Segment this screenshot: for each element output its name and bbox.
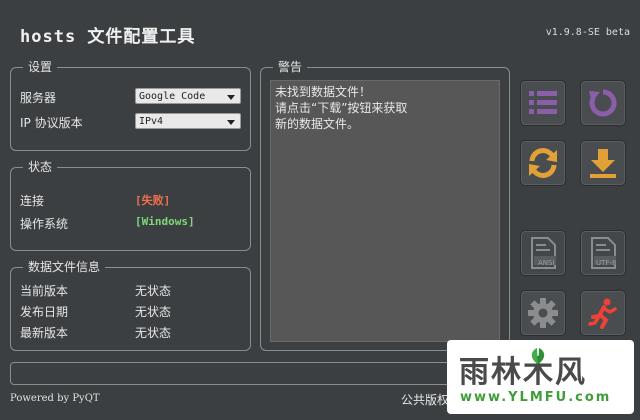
app-title: hosts 文件配置工具 <box>20 27 196 47</box>
function-list-button[interactable] <box>520 80 566 126</box>
datafile-group-title: 数据文件信息 <box>23 260 106 274</box>
reset-button[interactable] <box>580 80 626 126</box>
gear-icon <box>528 298 558 328</box>
version-label: v1.9.8-SE beta <box>545 27 630 38</box>
ip-version-label: IP 协议版本 <box>20 116 83 130</box>
running-man-icon <box>588 298 617 329</box>
utf8-label: UTF-8 <box>596 259 617 267</box>
os-status: [Windows] <box>135 215 195 228</box>
list-icon <box>529 91 557 114</box>
current-version-value: 无状态 <box>135 284 172 298</box>
warning-line: 请点击“下载”按钮来获取 <box>275 101 408 115</box>
settings-group: 设置 服务器 Google Code IP 协议版本 IPv4 <box>10 60 251 151</box>
watermark-url: www.YLMFU.com <box>460 390 612 405</box>
status-group: 状态 连接 [失败] 操作系统 [Windows] <box>10 160 251 251</box>
ip-version-select-value: IPv4 <box>139 116 164 127</box>
refresh-button[interactable] <box>520 140 566 186</box>
utf8-button[interactable]: UTF-8 <box>580 230 626 276</box>
refresh-icon <box>529 148 557 178</box>
release-date-label: 发布日期 <box>20 305 69 319</box>
latest-version-label: 最新版本 <box>20 326 69 340</box>
server-label: 服务器 <box>20 91 57 105</box>
datafile-group: 数据文件信息 当前版本 无状态 发布日期 无状态 最新版本 无状态 <box>10 260 251 351</box>
status-group-title: 状态 <box>23 160 58 174</box>
ip-version-select[interactable]: IPv4 <box>135 113 241 129</box>
watermark-brand: 雨林木风 <box>459 355 587 390</box>
ansi-label: ANSI <box>538 259 555 267</box>
download-button[interactable] <box>580 140 626 186</box>
release-date-value: 无状态 <box>135 305 172 319</box>
chevron-down-icon <box>227 95 235 100</box>
rotate-icon <box>589 89 617 117</box>
license-label: 公共版权 <box>401 393 450 407</box>
server-select[interactable]: Google Code <box>135 88 241 104</box>
settings-group-title: 设置 <box>23 60 58 74</box>
warning-group: 警告 未找到数据文件！ 请点击“下载”按钮来获取 新的数据文件。 <box>260 60 510 351</box>
warning-text-box: 未找到数据文件！ 请点击“下载”按钮来获取 新的数据文件。 <box>270 80 500 342</box>
download-icon <box>590 149 616 178</box>
os-label: 操作系统 <box>20 217 69 231</box>
chevron-down-icon <box>227 120 235 125</box>
leaf-icon <box>531 348 545 364</box>
current-version-label: 当前版本 <box>20 284 69 298</box>
connection-status: [失败] <box>135 194 171 207</box>
watermark-logo: 雨林木风 www.YLMFU.com <box>447 340 634 414</box>
server-select-value: Google Code <box>139 91 206 102</box>
connection-label: 连接 <box>20 194 45 208</box>
latest-version-value: 无状态 <box>135 326 172 340</box>
warning-line: 未找到数据文件！ <box>275 85 372 99</box>
warning-group-title: 警告 <box>273 60 308 74</box>
exit-button[interactable] <box>580 290 626 336</box>
settings-button[interactable] <box>520 290 566 336</box>
warning-line: 新的数据文件。 <box>275 117 360 131</box>
ansi-button[interactable]: ANSI <box>520 230 566 276</box>
powered-by-label: Powered by PyQT <box>10 393 100 404</box>
